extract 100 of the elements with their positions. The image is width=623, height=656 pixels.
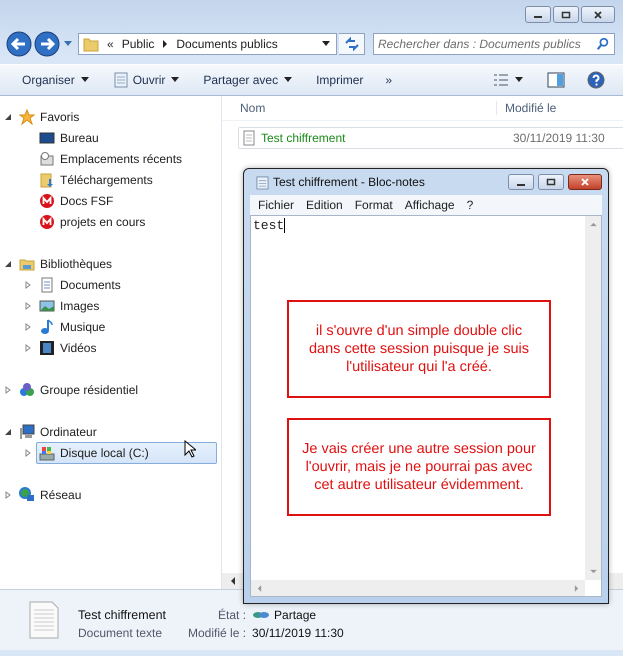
close-icon bbox=[580, 177, 590, 187]
caret-icon bbox=[171, 77, 180, 83]
document-icon bbox=[39, 276, 55, 292]
menu-item[interactable]: ? bbox=[466, 198, 474, 212]
drive-icon bbox=[39, 444, 55, 460]
refresh-icon bbox=[344, 36, 360, 52]
field-label: Modifié le : bbox=[188, 626, 246, 640]
toolbar-button[interactable]: Imprimer bbox=[308, 70, 372, 90]
close-button[interactable] bbox=[568, 174, 602, 190]
breadcrumb-item[interactable]: Documents publics bbox=[176, 37, 278, 51]
nav-item[interactable]: Bureau bbox=[36, 126, 217, 148]
refresh-button[interactable] bbox=[339, 33, 365, 55]
column-header[interactable]: Modifié le bbox=[497, 101, 556, 115]
dropdown-arrow-icon[interactable] bbox=[322, 41, 330, 47]
menu-item[interactable]: Fichier bbox=[258, 198, 294, 212]
network-icon bbox=[19, 486, 35, 502]
text-file-icon bbox=[241, 130, 257, 146]
collapsed-arrow-icon[interactable] bbox=[24, 344, 32, 352]
nav-item[interactable]: Groupe résidentiel bbox=[16, 378, 217, 400]
nav-item[interactable]: Téléchargements bbox=[36, 168, 217, 190]
window-title: Test chiffrement - Bloc-notes bbox=[273, 175, 425, 189]
preview-pane-icon bbox=[547, 72, 565, 88]
nav-item[interactable]: Favoris bbox=[16, 106, 217, 128]
expanded-arrow-icon[interactable] bbox=[4, 428, 12, 436]
breadcrumb-overflow[interactable]: « bbox=[107, 37, 114, 51]
desktop-icon bbox=[39, 130, 55, 146]
maximize-button[interactable] bbox=[553, 6, 579, 23]
breadcrumb-separator-icon[interactable] bbox=[162, 40, 168, 48]
field-value: Partage bbox=[274, 608, 316, 622]
search-icon bbox=[596, 37, 610, 51]
more-button[interactable]: » bbox=[377, 70, 400, 90]
recent-places-icon bbox=[39, 150, 55, 166]
minimize-icon bbox=[534, 16, 542, 18]
nav-item[interactable]: Bibliothèques bbox=[16, 252, 217, 274]
back-button[interactable] bbox=[6, 31, 32, 57]
collapsed-arrow-icon[interactable] bbox=[24, 302, 32, 310]
nav-item[interactable]: Musique bbox=[36, 316, 217, 338]
nav-item[interactable]: Disque local (C:) bbox=[36, 442, 217, 464]
menu-item[interactable]: Edition bbox=[306, 198, 343, 212]
collapsed-arrow-icon[interactable] bbox=[4, 386, 12, 394]
forward-button[interactable] bbox=[34, 31, 60, 57]
notepad-icon bbox=[112, 72, 129, 88]
minimize-icon bbox=[517, 184, 525, 186]
download-folder-icon bbox=[39, 172, 55, 188]
nav-item[interactable]: Ordinateur bbox=[16, 420, 217, 442]
close-button[interactable] bbox=[581, 6, 615, 23]
breadcrumb-item[interactable]: Public bbox=[122, 37, 154, 51]
text-file-icon bbox=[28, 600, 60, 640]
mouse-cursor-icon bbox=[184, 440, 196, 458]
column-header[interactable]: Nom bbox=[222, 101, 497, 115]
expanded-arrow-icon[interactable] bbox=[4, 260, 12, 268]
search-field[interactable]: Rechercher dans : Documents publics bbox=[373, 33, 615, 55]
caret-icon bbox=[80, 77, 89, 83]
music-note-icon bbox=[39, 318, 55, 334]
folder-icon bbox=[83, 36, 99, 52]
collapsed-arrow-icon[interactable] bbox=[24, 448, 32, 456]
expanded-arrow-icon[interactable] bbox=[4, 112, 12, 120]
text-caret bbox=[284, 218, 286, 233]
nav-item[interactable]: projets en cours bbox=[36, 210, 217, 232]
organise-button[interactable]: Organiser bbox=[14, 70, 99, 90]
annotation-note: Je vais créer une autre session pour l'ouvrir, mais je ne pourrai pas avec cet autre utilisateur évidemment. bbox=[287, 418, 551, 516]
menu-item[interactable]: Format bbox=[354, 198, 393, 212]
address-bar[interactable]: « Public Documents publics bbox=[78, 33, 337, 55]
notepad-icon bbox=[256, 174, 269, 190]
menu-item[interactable]: Affichage bbox=[404, 198, 455, 212]
file-row[interactable]: Test chiffrement 30/11/2019 11:30 bbox=[238, 127, 623, 149]
file-type: Document texte bbox=[78, 626, 164, 640]
toolbar-button[interactable]: Ouvrir bbox=[104, 69, 190, 91]
maximize-button[interactable] bbox=[538, 174, 564, 190]
collapsed-arrow-icon[interactable] bbox=[4, 490, 12, 498]
history-dropdown-icon[interactable] bbox=[64, 41, 72, 47]
image-icon bbox=[39, 298, 55, 314]
nav-item[interactable]: Docs FSF bbox=[36, 190, 217, 212]
maximize-icon bbox=[561, 10, 571, 20]
field-value: 30/11/2019 11:30 bbox=[252, 626, 344, 640]
caret-icon bbox=[284, 77, 292, 83]
maximize-icon bbox=[546, 177, 556, 187]
field-label: État : bbox=[217, 608, 246, 622]
star-icon bbox=[19, 108, 35, 124]
nav-item[interactable]: Réseau bbox=[16, 484, 217, 506]
film-icon bbox=[39, 340, 55, 356]
document-text: test bbox=[253, 218, 284, 233]
nav-item[interactable]: Documents bbox=[36, 274, 217, 296]
computer-icon bbox=[19, 424, 35, 440]
collapsed-arrow-icon[interactable] bbox=[24, 322, 32, 330]
minimize-button[interactable] bbox=[525, 6, 551, 23]
minimize-button[interactable] bbox=[508, 174, 534, 190]
annotation-note: il s'ouvre d'un simple double clic dans cette session puisque je suis l'utilisateur qui l'a créé. bbox=[287, 300, 551, 398]
close-icon bbox=[593, 10, 603, 20]
sharing-icon bbox=[252, 610, 270, 620]
help-icon bbox=[587, 71, 605, 89]
list-view-icon bbox=[491, 72, 525, 88]
nav-item[interactable]: Vidéos bbox=[36, 336, 217, 358]
collapsed-arrow-icon[interactable] bbox=[24, 280, 32, 288]
nav-item[interactable]: Emplacements récents bbox=[36, 148, 217, 170]
homegroup-icon bbox=[19, 382, 35, 398]
scroll-left-icon[interactable] bbox=[230, 577, 236, 585]
file-name: Test chiffrement bbox=[78, 608, 166, 622]
nav-item[interactable]: Images bbox=[36, 294, 217, 316]
toolbar-button[interactable]: Partager avec bbox=[195, 70, 302, 90]
